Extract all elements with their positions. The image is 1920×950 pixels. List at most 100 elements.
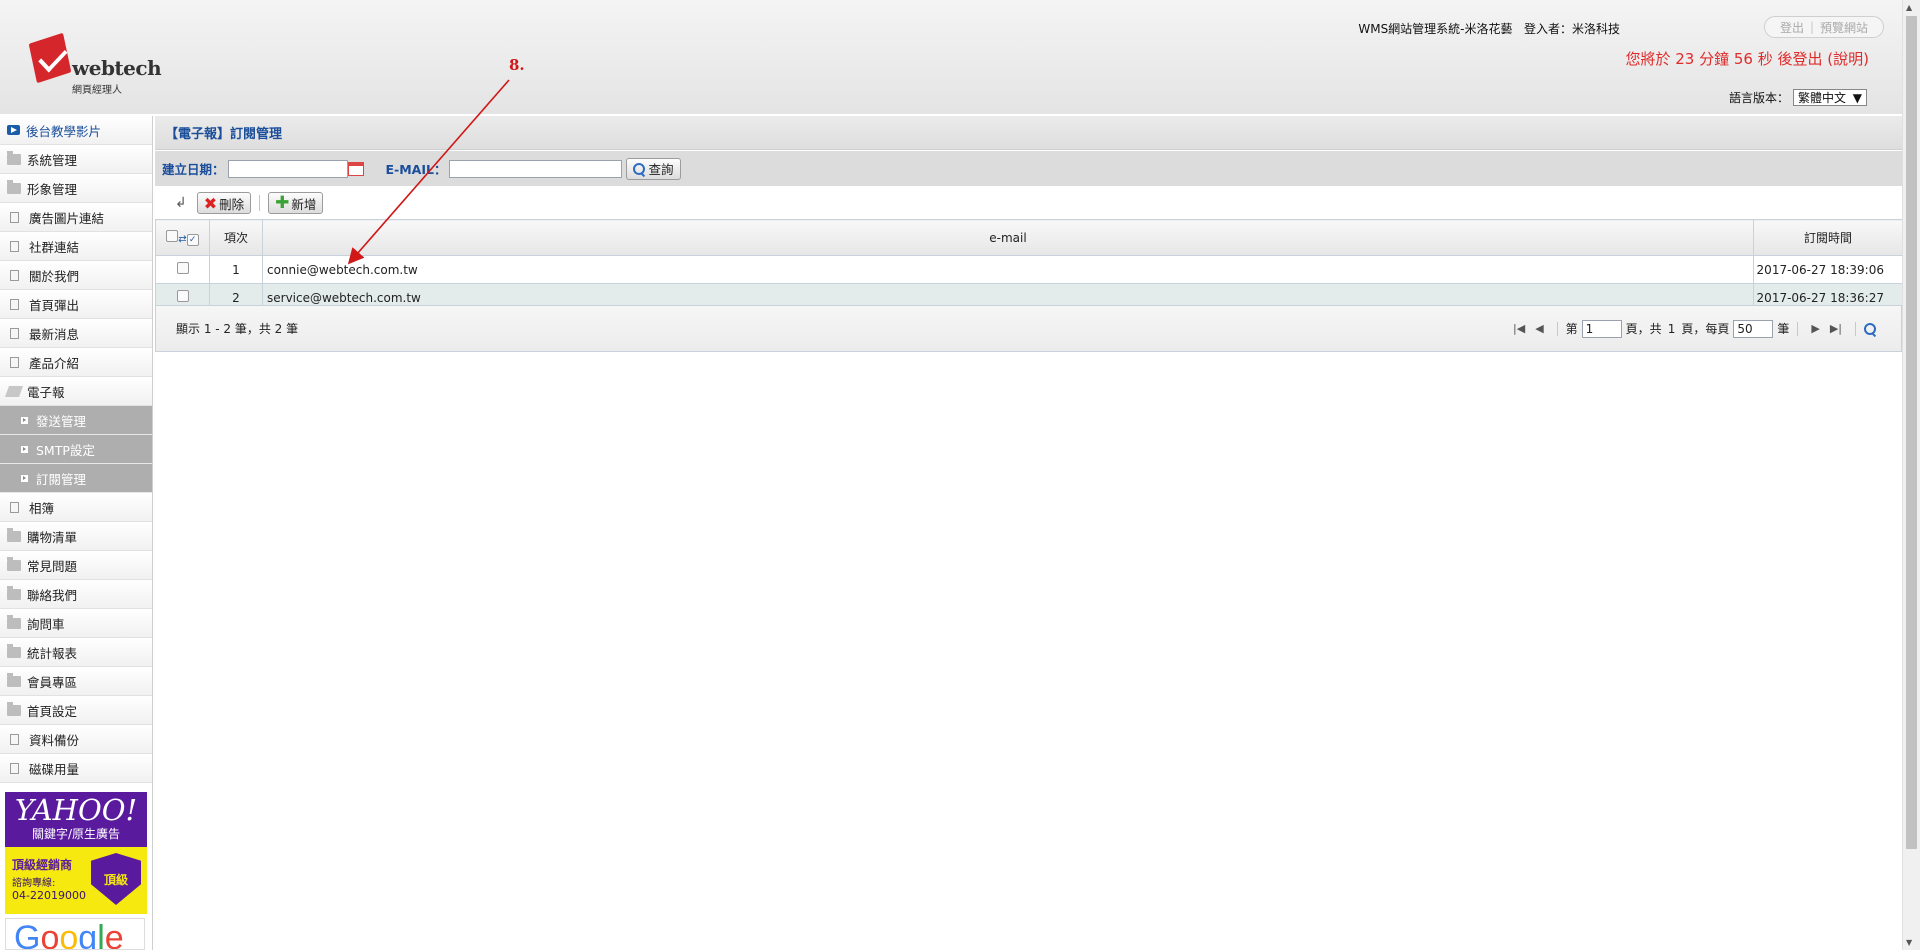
logo-subtitle: 網頁經理人 xyxy=(72,85,122,96)
column-header-email[interactable]: e-mail xyxy=(262,219,1754,256)
language-label: 語言版本： xyxy=(1728,91,1789,105)
table-row[interactable]: 1 connie@webtech.com.tw 2017-06-27 18:39… xyxy=(155,255,1903,284)
delete-x-icon: ✖ xyxy=(203,193,218,213)
prev-page-icon[interactable]: ◀ xyxy=(1535,322,1543,335)
sidebar-item-image[interactable]: 形象管理 xyxy=(0,174,152,203)
last-page-icon[interactable]: ▶| xyxy=(1830,322,1842,335)
doc-icon xyxy=(10,211,19,223)
login-label: 登入者： xyxy=(1523,22,1572,36)
scroll-up-icon[interactable]: ▲ xyxy=(1906,3,1912,12)
yahoo-badge-icon: 頂級 xyxy=(91,853,141,905)
yahoo-ad-banner[interactable]: YAHOO! 關鍵字/原生廣告 頂級經銷商 諮詢專線: 04-22019000 … xyxy=(5,792,147,914)
sidebar-item-album[interactable]: 相簿 xyxy=(0,493,152,522)
delete-button-label: 刪除 xyxy=(219,196,245,212)
sidebar-item-label: 常見問題 xyxy=(27,558,78,574)
search-button[interactable]: 查詢 xyxy=(626,157,681,180)
date-input[interactable] xyxy=(227,159,348,178)
sidebar-item-shopping[interactable]: 購物清單 xyxy=(0,522,152,551)
select-all-header[interactable]: ⇄ ✓ xyxy=(155,219,210,256)
folder-icon xyxy=(7,585,21,600)
sidebar-item-ad-links[interactable]: 廣告圖片連結 xyxy=(0,203,152,232)
sidebar-item-disk[interactable]: 磁碟用量 xyxy=(0,754,152,783)
sidebar-item-news[interactable]: 最新消息 xyxy=(0,319,152,348)
return-arrow-icon[interactable]: ↲ xyxy=(175,195,187,211)
calendar-icon[interactable] xyxy=(347,161,364,176)
total-pages: 1 xyxy=(1667,321,1676,336)
sidebar-item-label: 形象管理 xyxy=(27,181,78,197)
main-content: 【電子報】訂閱管理 建立日期： E-MAIL： 查詢 ↲ ✖ 刪除 ✚ 新增 ⇄… xyxy=(155,116,1903,950)
sidebar-item-stats[interactable]: 統計報表 xyxy=(0,638,152,667)
sidebar-item-tutorial-videos[interactable]: 後台教學影片 xyxy=(0,116,152,145)
sidebar-item-about[interactable]: 關於我們 xyxy=(0,261,152,290)
yahoo-keywords: 關鍵字/原生廣告 xyxy=(31,827,121,841)
sidebar-subitem-send[interactable]: 發送管理 xyxy=(0,406,152,435)
sidebar-item-label: 購物清單 xyxy=(27,529,78,545)
open-folder-icon xyxy=(4,385,24,397)
sidebar-item-faq[interactable]: 常見問題 xyxy=(0,551,152,580)
doc-icon xyxy=(10,356,19,368)
sidebar-item-members[interactable]: 會員專區 xyxy=(0,667,152,696)
language-select[interactable]: 繁體中文 ▼ xyxy=(1793,89,1867,106)
bullet-icon xyxy=(21,445,28,453)
add-button[interactable]: ✚ 新增 xyxy=(268,192,324,214)
row-time: 2017-06-27 18:39:06 xyxy=(1753,255,1903,284)
preview-site-button[interactable]: 預覽網站 xyxy=(1814,19,1874,36)
row-checkbox[interactable] xyxy=(176,262,189,274)
toolbar: ↲ ✖ 刪除 ✚ 新增 xyxy=(155,187,1902,219)
header: webtech 網頁經理人 WMS網站管理系統-米洛花藝 登入者：米洛科技 登出… xyxy=(0,0,1902,114)
sidebar-item-homepage[interactable]: 首頁設定 xyxy=(0,696,152,725)
sidebar-item-label: 最新消息 xyxy=(29,326,80,342)
delete-button[interactable]: ✖ 刪除 xyxy=(196,192,252,214)
logout-timer[interactable]: 您將於 23 分鐘 56 秒 後登出 (說明) xyxy=(1626,48,1870,69)
page-input[interactable]: 1 xyxy=(1581,319,1622,338)
webtech-logo[interactable]: webtech 網頁經理人 xyxy=(28,32,162,96)
folder-icon xyxy=(7,556,21,571)
sidebar-item-label: 系統管理 xyxy=(27,152,78,168)
zoom-search-icon[interactable] xyxy=(1864,322,1876,335)
select-all-checkbox[interactable] xyxy=(166,229,179,242)
per-page-input[interactable]: 50 xyxy=(1733,319,1774,338)
sidebar-item-label: 磁碟用量 xyxy=(29,761,80,777)
table-header-row: ⇄ ✓ 項次 e-mail 訂閱時間 xyxy=(155,219,1903,256)
system-info: WMS網站管理系統-米洛花藝 登入者：米洛科技 xyxy=(1358,20,1620,37)
sidebar-item-system[interactable]: 系統管理 xyxy=(0,145,152,174)
invert-selection-icon[interactable]: ⇄ xyxy=(178,234,186,245)
logout-button[interactable]: 登出 xyxy=(1774,19,1810,36)
bullet-icon xyxy=(21,416,28,424)
scroll-down-icon[interactable]: ▼ xyxy=(1906,938,1912,947)
sidebar-subitem-smtp[interactable]: SMTP設定 xyxy=(0,435,152,464)
row-checkbox[interactable] xyxy=(176,290,189,302)
checked-all-checkbox[interactable]: ✓ xyxy=(186,233,199,246)
sidebar-item-inquiry[interactable]: 詢問車 xyxy=(0,609,152,638)
sidebar-item-products[interactable]: 產品介紹 xyxy=(0,348,152,377)
search-icon xyxy=(633,162,646,175)
sidebar-item-newsletter[interactable]: 電子報 xyxy=(0,377,152,406)
google-ad-banner[interactable]: Google xyxy=(5,918,145,950)
email-input[interactable] xyxy=(449,159,623,178)
yahoo-ad-top: YAHOO! 關鍵字/原生廣告 xyxy=(5,792,147,847)
sidebar-item-popup[interactable]: 首頁彈出 xyxy=(0,290,152,319)
page-title: 【電子報】訂閱管理 xyxy=(155,116,1902,150)
sidebar-item-backup[interactable]: 資料備份 xyxy=(0,725,152,754)
row-no: 1 xyxy=(209,255,263,284)
yahoo-contact-label: 諮詢專線: xyxy=(12,878,56,889)
column-header-time[interactable]: 訂閱時間 xyxy=(1753,219,1903,256)
first-page-icon[interactable]: |◀ xyxy=(1513,322,1525,335)
logo-word: webtech xyxy=(72,56,162,80)
sidebar-item-social[interactable]: 社群連結 xyxy=(0,232,152,261)
row-select[interactable] xyxy=(155,255,210,284)
pagination-nav: |◀ ◀ 第 1 頁，共 1 頁，每頁 50 筆 ▶ ▶| xyxy=(1508,319,1879,338)
next-page-icon[interactable]: ▶ xyxy=(1811,322,1819,335)
column-header-no[interactable]: 項次 xyxy=(209,219,263,256)
pager-divider xyxy=(1855,321,1856,336)
system-title: WMS網站管理系統-米洛花藝 xyxy=(1358,22,1513,36)
vertical-scrollbar[interactable]: ▲ ▼ xyxy=(1902,0,1920,950)
sidebar-item-label: 後台教學影片 xyxy=(26,123,102,139)
search-bar: 建立日期： E-MAIL： 查詢 xyxy=(155,151,1902,186)
row-email[interactable]: connie@webtech.com.tw xyxy=(262,255,1754,284)
folder-icon xyxy=(7,179,21,194)
sidebar-subitem-subscriptions[interactable]: 訂閱管理 xyxy=(0,464,152,493)
language-value: 繁體中文 xyxy=(1798,91,1847,105)
sidebar-item-contact[interactable]: 聯絡我們 xyxy=(0,580,152,609)
scroll-thumb[interactable] xyxy=(1906,16,1917,849)
